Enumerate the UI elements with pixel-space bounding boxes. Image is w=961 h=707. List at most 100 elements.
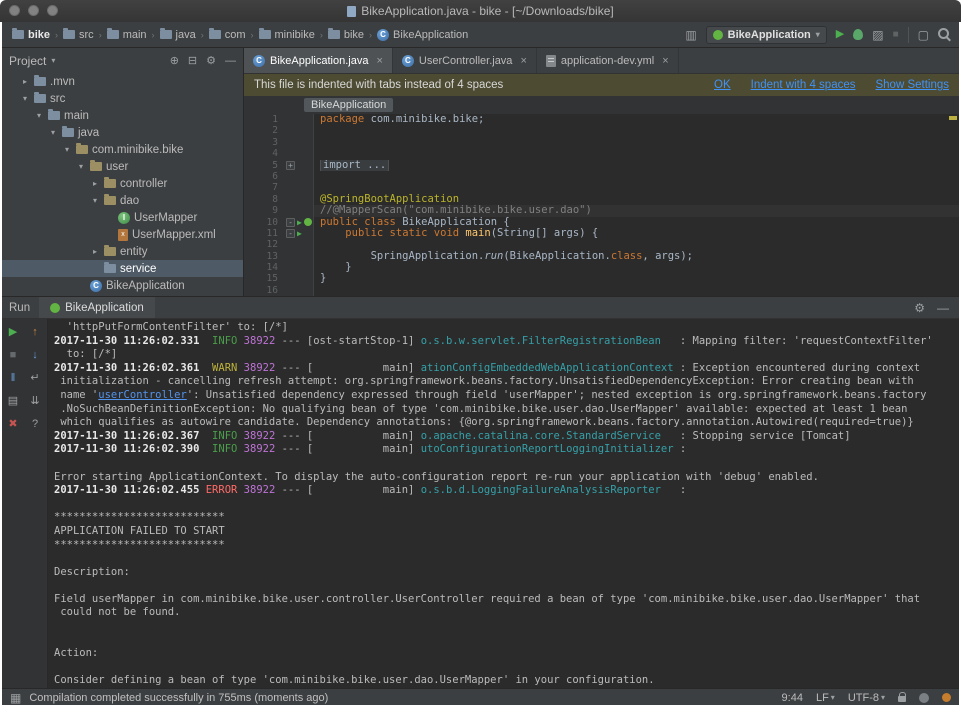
locate-file-icon[interactable]: ⊕ — [170, 54, 179, 67]
editor-tab-BikeApplication.java[interactable]: CBikeApplication.java× — [244, 48, 393, 73]
line-number: 8 — [244, 194, 284, 205]
fold-collapse-icon[interactable]: - — [286, 218, 295, 227]
tree-item-com.minibike.bike[interactable]: ▾com.minibike.bike — [2, 141, 243, 158]
gear-icon[interactable]: ⚙ — [206, 54, 216, 67]
editor-tab-UserController.java[interactable]: CUserController.java× — [393, 48, 537, 73]
help-icon[interactable]: ? — [26, 416, 44, 431]
print-icon[interactable]: ▤ — [4, 393, 22, 408]
collapse-icon[interactable]: ▾ — [34, 111, 44, 120]
debug-button[interactable] — [853, 29, 863, 40]
tree-item-service[interactable]: service — [2, 260, 243, 277]
spring-class-gutter-icon[interactable] — [304, 218, 312, 226]
scroll-to-end-icon[interactable]: ⇊ — [26, 393, 44, 408]
down-stack-trace-icon[interactable]: ↓ — [26, 347, 44, 362]
editor-tab-application-dev.yml[interactable]: application-dev.yml× — [537, 48, 679, 73]
tree-item-controller[interactable]: ▸controller — [2, 175, 243, 192]
soft-wrap-icon[interactable]: ↵ — [26, 370, 44, 385]
run-tab[interactable]: BikeApplication — [39, 297, 155, 318]
run-button[interactable]: ▶ — [836, 29, 844, 40]
search-icon[interactable] — [938, 28, 951, 41]
breadcrumb-item-com[interactable]: com — [207, 29, 248, 41]
console-link-usercontroller[interactable]: userController — [98, 389, 187, 401]
tool-window-icon[interactable]: ▢ — [918, 29, 929, 41]
run-gutter-icon[interactable]: ▶ — [297, 217, 302, 228]
banner-indent-link[interactable]: Indent with 4 spaces — [751, 79, 856, 91]
warning-stripe-mark[interactable] — [949, 116, 957, 120]
collapse-icon[interactable]: ▾ — [62, 145, 72, 154]
console-line: *************************** — [54, 539, 959, 553]
tree-item-BikeApplication[interactable]: CBikeApplication — [2, 277, 243, 294]
close-tab-icon[interactable]: × — [376, 55, 382, 67]
pause-output-icon[interactable]: ‖ — [4, 370, 22, 385]
hide-panel-icon[interactable]: — — [937, 301, 949, 315]
banner-ok-link[interactable]: OK — [714, 79, 731, 91]
tree-item-main[interactable]: ▾main — [2, 107, 243, 124]
collapse-icon[interactable]: ▾ — [48, 128, 58, 137]
encoding-selector[interactable]: UTF-8 ▾ — [848, 692, 885, 704]
run-gutter-icon[interactable]: ▶ — [297, 228, 302, 239]
zoom-window-button[interactable] — [47, 5, 58, 16]
line-separator-selector[interactable]: LF ▾ — [816, 692, 835, 704]
coverage-button[interactable]: ▨ — [872, 29, 883, 41]
console-text: could not be found. — [54, 606, 180, 618]
expand-icon[interactable]: ▸ — [20, 77, 30, 86]
tree-item-src[interactable]: ▾src — [2, 90, 243, 107]
code-text: import ... — [314, 160, 959, 171]
tree-item-label: UserMapper — [134, 212, 197, 224]
fold-expand-icon[interactable]: + — [286, 161, 295, 170]
lock-icon[interactable] — [898, 696, 906, 702]
breadcrumb-item-bike[interactable]: bike — [326, 29, 366, 41]
close-window-button[interactable] — [9, 5, 20, 16]
breadcrumb-label: minibike — [275, 29, 315, 41]
caret-position[interactable]: 9:44 — [782, 692, 803, 704]
chevron-down-icon[interactable]: ▾ — [51, 56, 55, 65]
collapse-icon[interactable]: ▾ — [20, 94, 30, 103]
up-stack-trace-icon[interactable]: ↑ — [26, 324, 44, 339]
folder-icon — [209, 30, 221, 39]
editor-breadcrumb[interactable]: BikeApplication — [304, 98, 393, 112]
stop-button[interactable]: ■ — [893, 30, 899, 40]
window-title-area: BikeApplication.java - bike - [~/Downloa… — [347, 4, 613, 18]
banner-show-settings-link[interactable]: Show Settings — [875, 79, 949, 91]
close-tab-icon[interactable]: × — [662, 55, 668, 67]
expand-icon[interactable]: ▸ — [90, 179, 100, 188]
folder-icon — [34, 94, 46, 103]
fold-collapse-icon[interactable]: - — [286, 229, 295, 238]
tree-item-user[interactable]: ▾ user — [2, 158, 243, 175]
tree-item-java[interactable]: ▾java — [2, 124, 243, 141]
tree-item-UserMapper[interactable]: IUserMapper — [2, 209, 243, 226]
console-output[interactable]: 'httpPutFormContentFilter' to: [/*]2017-… — [48, 319, 959, 688]
editor-layout-icon[interactable]: ▥ — [685, 29, 696, 41]
hector-inspections-icon[interactable] — [919, 693, 929, 703]
breadcrumb-item-bike[interactable]: bike — [10, 29, 52, 41]
collapse-icon[interactable]: ▾ — [76, 162, 86, 171]
close-icon[interactable]: ✖ — [4, 416, 22, 431]
breadcrumb-item-minibike[interactable]: minibike — [257, 29, 317, 41]
stop-icon[interactable]: ■ — [4, 347, 22, 362]
tree-item-label: user — [106, 161, 128, 173]
run-config-selector[interactable]: BikeApplication ▾ — [706, 26, 827, 44]
breadcrumb-item-src[interactable]: src — [61, 29, 96, 41]
chevron-right-icon: › — [99, 30, 102, 40]
breadcrumb-item-BikeApplication[interactable]: CBikeApplication — [375, 29, 470, 41]
gear-icon[interactable]: ⚙ — [914, 301, 925, 315]
tree-item-entity[interactable]: ▸entity — [2, 243, 243, 260]
breadcrumb-item-main[interactable]: main — [105, 29, 149, 41]
rerun-icon[interactable]: ▶ — [4, 324, 22, 339]
minimize-window-button[interactable] — [28, 5, 39, 16]
project-panel-title[interactable]: Project — [9, 54, 46, 68]
tree-item-dao[interactable]: ▾dao — [2, 192, 243, 209]
event-log-icon[interactable] — [942, 693, 951, 702]
tree-item-.mvn[interactable]: ▸.mvn — [2, 73, 243, 90]
chevron-right-icon: › — [201, 30, 204, 40]
close-tab-icon[interactable]: × — [520, 55, 526, 67]
console-text: Field userMapper in com.minibike.bike.us… — [54, 593, 920, 605]
collapse-icon[interactable]: ▾ — [90, 196, 100, 205]
collapse-all-icon[interactable]: ⊟ — [188, 54, 197, 67]
code-editor[interactable]: 1package com.minibike.bike;2345+import .… — [244, 114, 959, 296]
tree-item-UserMapper.xml[interactable]: xUserMapper.xml — [2, 226, 243, 243]
breadcrumb-item-java[interactable]: java — [158, 29, 198, 41]
expand-icon[interactable]: ▸ — [90, 247, 100, 256]
toolwindow-switcher-icon[interactable]: ▦ — [10, 692, 21, 704]
hide-panel-icon[interactable]: — — [225, 55, 236, 67]
